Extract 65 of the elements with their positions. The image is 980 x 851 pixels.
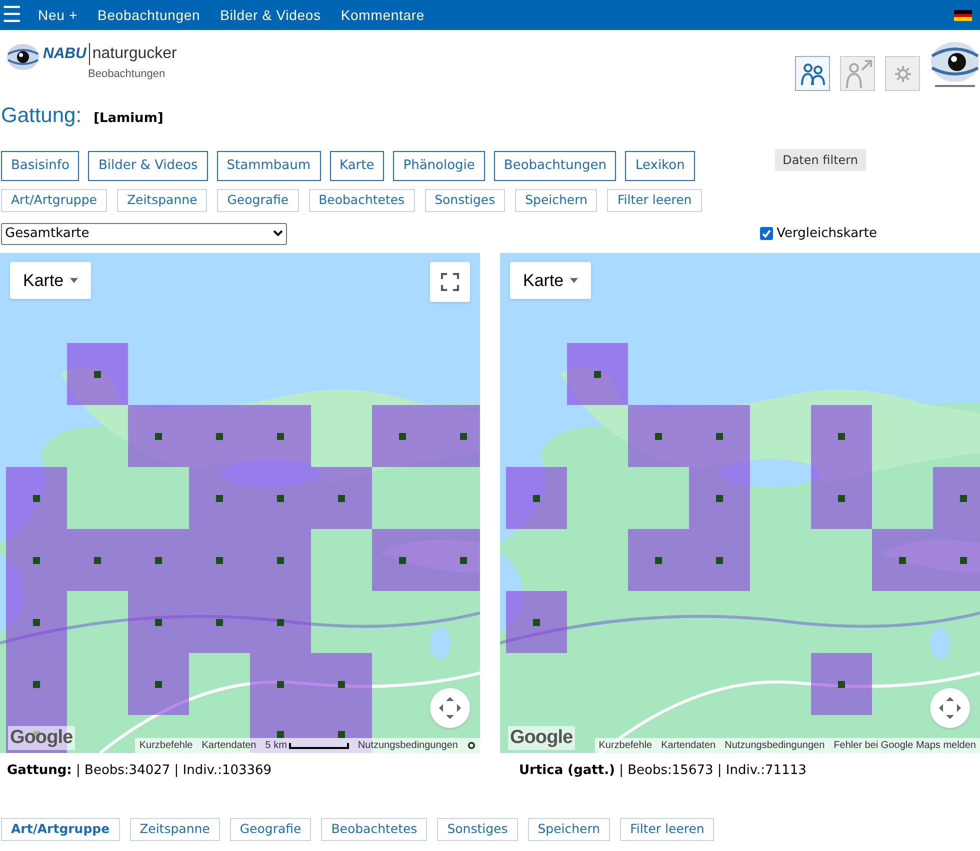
filter-button[interactable]: Zeitspanne xyxy=(116,189,208,212)
people-button[interactable] xyxy=(795,56,830,91)
filter-data-button[interactable]: Daten filtern xyxy=(774,149,866,171)
map-type-button[interactable]: Karte xyxy=(510,262,591,299)
check-icon xyxy=(760,228,772,239)
map-summary: Urtica (gatt.) | Beobs:15673 | Indiv.:71113 xyxy=(518,762,808,780)
map-provider-logo: Google xyxy=(8,726,75,750)
filter-button[interactable]: Speichern xyxy=(528,818,610,840)
filter-button[interactable]: Filter leeren xyxy=(607,189,702,212)
menu-button[interactable]: ☰ xyxy=(2,4,20,26)
filter-button[interactable]: Zeitspanne xyxy=(130,818,220,840)
people-icon xyxy=(800,60,826,86)
gear-icon xyxy=(894,64,912,82)
map-summary: Gattung: | Beobs:34027 | Indiv.:103369 xyxy=(6,762,273,780)
eye-logo-icon xyxy=(930,40,980,90)
filter-button[interactable]: Speichern xyxy=(515,189,598,212)
map-provider-logo: Google xyxy=(508,726,575,750)
tab[interactable]: Phänologie xyxy=(393,151,485,181)
scale-bar-icon xyxy=(288,742,349,748)
filter-button[interactable]: Beobachtetes xyxy=(308,189,415,212)
filter-button[interactable]: Geografie xyxy=(217,189,299,212)
checkbox[interactable] xyxy=(760,227,773,240)
genus-name: [Lamium] xyxy=(94,110,164,128)
nav-link[interactable]: Beobachtungen xyxy=(98,4,200,26)
brand-name: naturgucker xyxy=(91,44,177,64)
nav-link[interactable]: Kommentare xyxy=(340,4,425,26)
attribution-link[interactable]: Kartendaten xyxy=(661,738,716,753)
attribution-link[interactable]: Kartendaten xyxy=(202,738,256,753)
move-arrows-icon xyxy=(938,696,962,720)
page-title: Gattung: xyxy=(1,103,82,129)
filter-button[interactable]: Beobachtetes xyxy=(321,818,428,840)
filter-button[interactable]: Sonstiges xyxy=(424,189,506,212)
map-type-button[interactable]: Karte xyxy=(10,262,91,299)
caret-icon xyxy=(70,278,78,283)
flag-icon[interactable] xyxy=(954,10,972,20)
caret-icon xyxy=(570,278,578,283)
fullscreen-button[interactable] xyxy=(430,262,470,302)
logo-subtitle: Beobachtungen xyxy=(87,67,166,82)
settings-icon[interactable] xyxy=(467,741,476,750)
tab[interactable]: Bilder & Videos xyxy=(88,151,208,181)
tab[interactable]: Stammbaum xyxy=(216,151,321,181)
tab[interactable]: Beobachtungen xyxy=(494,151,616,181)
fullscreen-icon xyxy=(441,273,459,291)
tab[interactable]: Karte xyxy=(330,151,384,181)
attribution-link[interactable]: Kurzbefehle xyxy=(598,738,652,753)
nav-link[interactable]: Neu + xyxy=(38,4,78,26)
attribution-link[interactable]: Fehler bei Google Maps melden xyxy=(834,738,976,753)
scale-label: 5 km xyxy=(265,739,287,753)
checkbox-label: Vergleichskarte xyxy=(776,224,877,243)
move-arrows-icon xyxy=(438,696,462,720)
brand-logo: NABU xyxy=(43,42,90,66)
nav-link[interactable]: Bilder & Videos xyxy=(220,4,321,26)
attribution-link[interactable]: Kurzbefehle xyxy=(139,738,193,753)
attribution-link[interactable]: Nutzungsbedingungen xyxy=(724,738,825,753)
map-select[interactable]: Gesamtkarte xyxy=(1,222,287,244)
tab[interactable]: Lexikon xyxy=(625,151,695,181)
attribution-link[interactable]: Nutzungsbedingungen xyxy=(358,738,458,753)
filter-button[interactable]: Filter leeren xyxy=(620,818,714,840)
chevron-down-icon xyxy=(273,230,283,237)
filter-button[interactable]: Art/Artgruppe xyxy=(1,189,107,212)
tab[interactable]: Basisinfo xyxy=(1,151,80,181)
filter-button[interactable]: Art/Artgruppe xyxy=(1,818,120,840)
filter-button[interactable]: Geografie xyxy=(230,818,312,840)
eye-logo-icon xyxy=(6,42,40,72)
filter-button[interactable]: Sonstiges xyxy=(437,818,518,840)
